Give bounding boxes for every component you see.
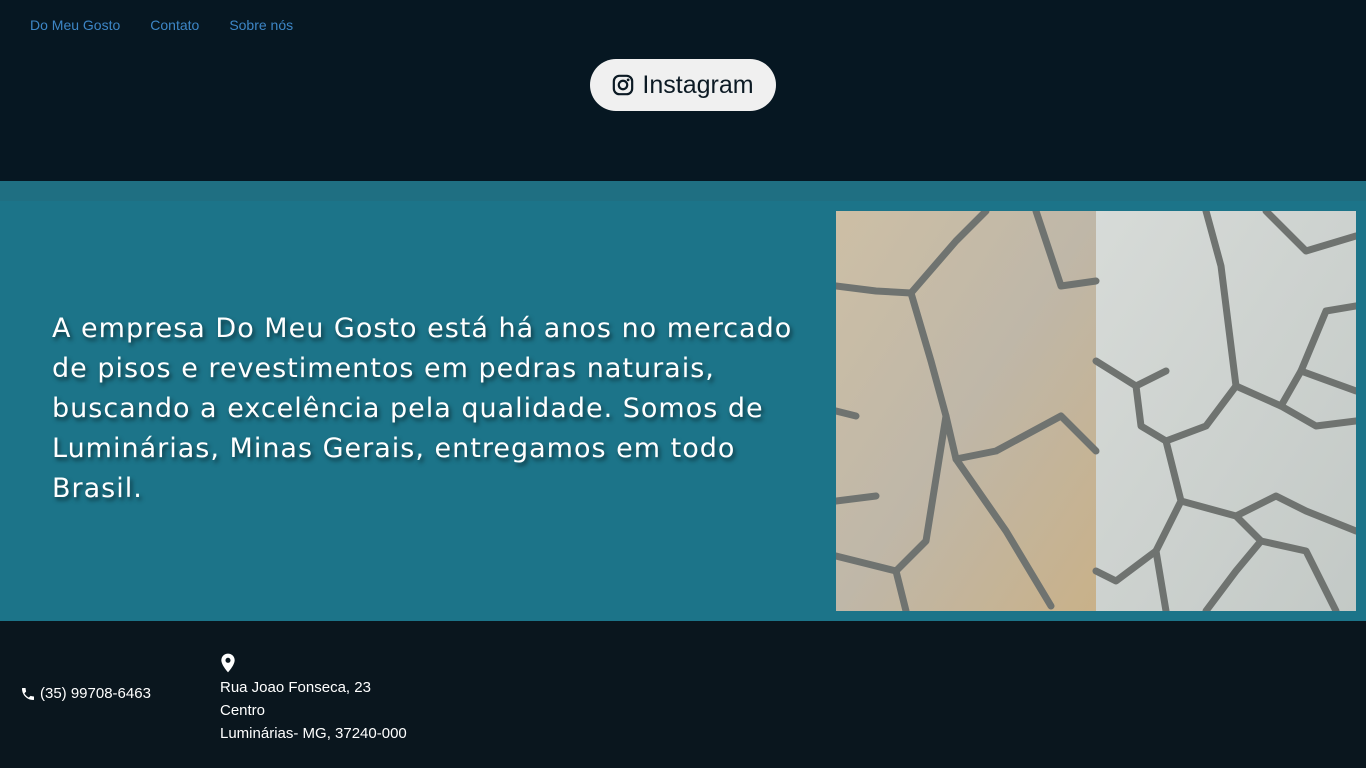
nav-link-about[interactable]: Sobre nós [229, 16, 293, 34]
instagram-label: Instagram [642, 70, 754, 99]
top-nav: Do Meu Gosto Contato Sobre nós [30, 16, 293, 34]
nav-link-home[interactable]: Do Meu Gosto [30, 16, 120, 34]
address-city: Luminárias- MG, 37240-000 [220, 725, 407, 742]
about-text: A empresa Do Meu Gosto está há anos no m… [52, 313, 793, 504]
section-divider [0, 181, 1366, 201]
phone-icon [22, 688, 34, 700]
phone-number: (35) 99708-6463 [40, 685, 151, 702]
instagram-icon [613, 74, 634, 96]
map-pin-icon [221, 653, 235, 673]
stone-floor-photo [836, 211, 1356, 611]
about-section: A empresa Do Meu Gosto está há anos no m… [0, 181, 1366, 621]
nav-link-contact[interactable]: Contato [150, 16, 199, 34]
address-street: Rua Joao Fonseca, 23 [220, 679, 371, 696]
phone-contact[interactable]: (35) 99708-6463 [20, 684, 151, 704]
header: Do Meu Gosto Contato Sobre nós Instagram [0, 0, 1366, 181]
address-block: Rua Joao Fonseca, 23 Centro Luminárias- … [220, 653, 407, 745]
instagram-button[interactable]: Instagram [590, 59, 776, 111]
footer: (35) 99708-6463 Rua Joao Fonseca, 23 Cen… [0, 621, 1366, 768]
address-district: Centro [220, 702, 266, 719]
